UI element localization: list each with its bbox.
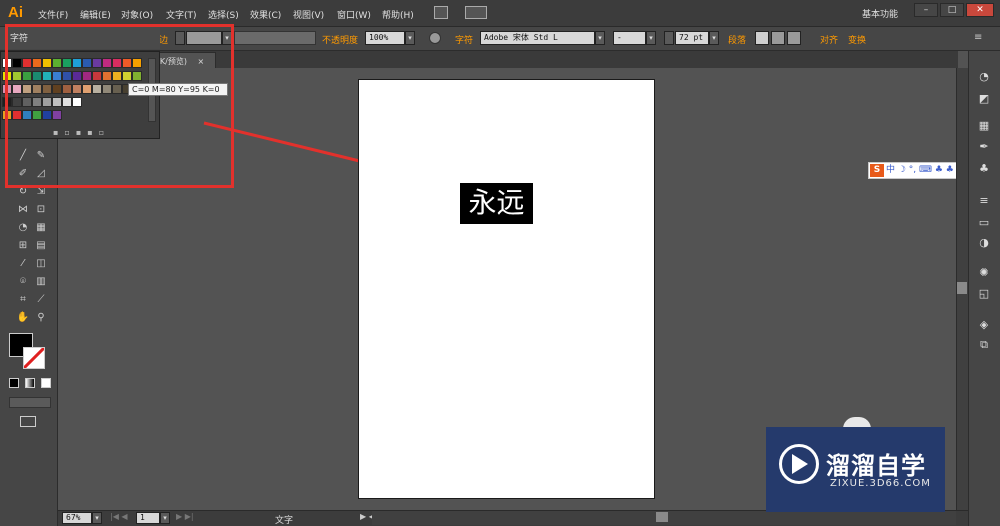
shape-builder-tool-icon[interactable]: ◔ (16, 222, 30, 234)
color-mode-icon[interactable] (9, 378, 19, 388)
chevron-down-icon[interactable]: ▾ (709, 31, 719, 45)
brushes-panel-icon[interactable]: ✒ (976, 140, 992, 154)
panel-menu-icon[interactable]: ≡ (974, 32, 982, 43)
align-right-icon[interactable] (787, 31, 801, 45)
perspective-grid-tool-icon[interactable]: ▦ (34, 222, 48, 234)
chevron-down-icon[interactable]: ▾ (595, 31, 605, 45)
slice-tool-icon[interactable]: ⟋ (34, 294, 48, 306)
artboard[interactable] (358, 79, 655, 499)
gradient-panel-icon[interactable]: ▭ (976, 216, 992, 230)
zoom-tool-icon[interactable]: ⚲ (34, 312, 48, 324)
align-center-icon[interactable] (771, 31, 785, 45)
none-mode-icon[interactable] (41, 378, 51, 388)
symbol-sprayer-tool-icon[interactable]: ⌾ (16, 276, 30, 288)
opacity-field[interactable]: 100% (365, 31, 405, 45)
eyedropper-tool-icon[interactable]: ⁄ (16, 258, 30, 270)
layers-panel-icon[interactable]: ◈ (976, 318, 992, 332)
screen-mode-icon[interactable] (20, 416, 36, 427)
chevron-down-icon[interactable]: ▾ (92, 512, 102, 524)
current-tool-status: 文字 (275, 516, 294, 526)
stroke-color-swatch[interactable] (22, 346, 46, 370)
font-style-field[interactable]: - (613, 31, 646, 45)
watermark-title: 溜溜自学 (826, 452, 926, 480)
zoom-field[interactable]: 67% (62, 512, 92, 524)
chevron-down-icon[interactable]: ▾ (646, 31, 656, 45)
artboard-number-field[interactable]: 1 (136, 512, 160, 524)
blend-tool-icon[interactable]: ◫ (34, 258, 48, 270)
stroke-panel-icon[interactable]: ≡ (976, 194, 992, 208)
none-slash-icon (22, 346, 46, 370)
variable-width-profile[interactable] (234, 31, 316, 45)
width-tool-icon[interactable]: ⋈ (16, 204, 30, 216)
menu-view[interactable]: 视图(V) (293, 8, 324, 21)
selected-text-object[interactable]: 永远 (460, 183, 533, 224)
close-button[interactable]: ✕ (966, 3, 994, 17)
sogou-icon: S (870, 164, 884, 177)
gradient-tool-icon[interactable]: ▤ (34, 240, 48, 252)
minimize-button[interactable]: – (914, 3, 938, 17)
play-icon (792, 454, 808, 474)
align-label[interactable]: 对齐 (820, 33, 838, 46)
artboards-panel-icon[interactable]: ⧉ (976, 338, 992, 352)
free-transform-tool-icon[interactable]: ⊡ (34, 204, 48, 216)
transform-label[interactable]: 变换 (848, 33, 866, 46)
font-size-stepper[interactable] (664, 31, 674, 45)
menu-select[interactable]: 选择(S) (208, 8, 239, 21)
watermark-subtitle: ZIXUE.3D66.COM (830, 478, 931, 489)
color-panel-icon[interactable]: ◔ (976, 70, 992, 84)
chevron-down-icon[interactable]: ▾ (405, 31, 415, 45)
align-left-icon[interactable] (755, 31, 769, 45)
hand-tool-icon[interactable]: ✋ (16, 312, 30, 324)
character-label[interactable]: 字符 (455, 33, 473, 46)
menu-type[interactable]: 文字(T) (166, 8, 197, 21)
artboard-tool-icon[interactable]: ⌗ (16, 294, 30, 306)
menu-effect[interactable]: 效果(C) (250, 8, 281, 21)
gradient-mode-icon[interactable] (25, 378, 35, 388)
opacity-label[interactable]: 不透明度 (322, 33, 358, 46)
workspace-switcher[interactable]: 基本功能 (862, 7, 898, 20)
appearance-panel-icon[interactable]: ✺ (976, 266, 992, 280)
bridge-icon[interactable] (434, 6, 448, 19)
menu-object[interactable]: 对象(O) (121, 8, 153, 21)
menu-window[interactable]: 窗口(W) (337, 8, 371, 21)
paragraph-label[interactable]: 段落 (728, 33, 746, 46)
drawing-modes-icon[interactable] (9, 397, 51, 408)
vertical-scroll-thumb[interactable] (957, 282, 967, 294)
chevron-down-icon[interactable]: ▾ (160, 512, 170, 524)
graphic-styles-panel-icon[interactable]: ◱ (976, 287, 992, 301)
color-guide-panel-icon[interactable]: ◩ (976, 92, 992, 106)
arrange-documents-icon[interactable] (465, 6, 487, 19)
font-family-field[interactable]: Adobe 宋体 Std L (480, 31, 595, 45)
swatches-panel-icon[interactable]: ▦ (976, 119, 992, 133)
column-graph-tool-icon[interactable]: ▥ (34, 276, 48, 288)
menu-edit[interactable]: 编辑(E) (80, 8, 111, 21)
horizontal-scroll-thumb[interactable] (656, 512, 668, 522)
app-logo: Ai (8, 4, 23, 21)
symbols-panel-icon[interactable]: ♣ (976, 162, 992, 176)
transparency-panel-icon[interactable]: ◑ (976, 236, 992, 250)
recolor-artwork-icon[interactable] (429, 32, 441, 44)
menu-file[interactable]: 文件(F) (38, 8, 68, 21)
next-page-icon[interactable]: ▶ ▶| (176, 512, 194, 521)
first-page-icon[interactable]: |◀ ◀ (110, 512, 128, 521)
mesh-tool-icon[interactable]: ⊞ (16, 240, 30, 252)
maximize-button[interactable]: □ (940, 3, 964, 17)
menu-help[interactable]: 帮助(H) (382, 8, 414, 21)
font-size-field[interactable]: 72 pt (675, 31, 709, 45)
